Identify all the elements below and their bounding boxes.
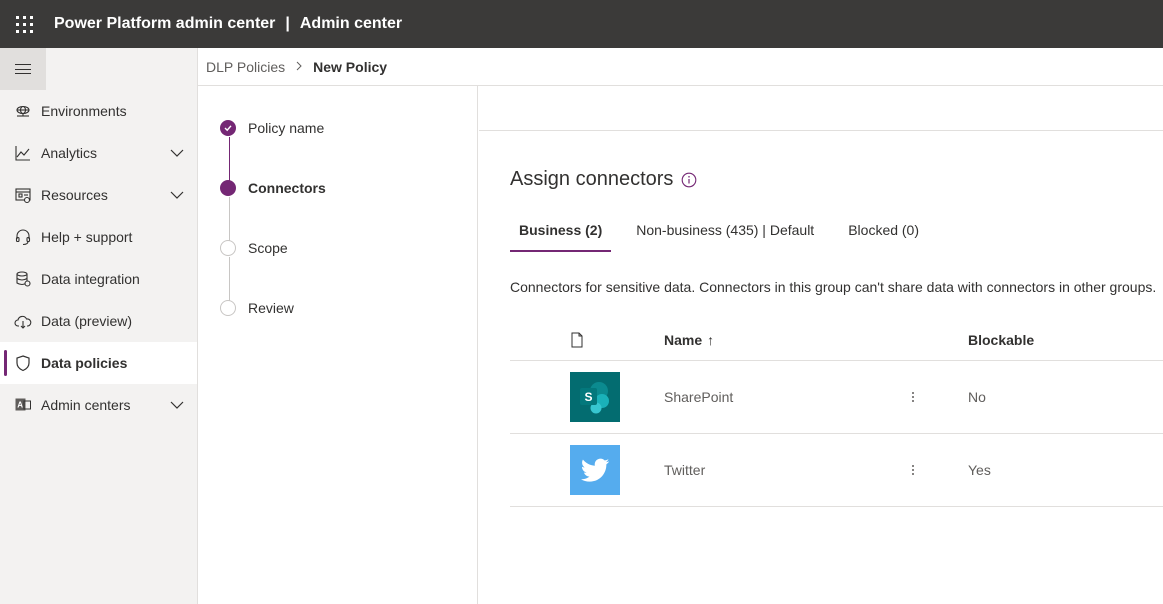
hamburger-icon <box>15 64 31 74</box>
breadcrumb: DLP Policies New Policy <box>198 48 1163 86</box>
sidebar-item-data-preview[interactable]: Data (preview) <box>0 300 197 342</box>
step-connector <box>229 257 230 301</box>
check-circle-icon <box>220 120 236 136</box>
more-options-icon[interactable] <box>912 465 914 475</box>
step-connector <box>229 197 230 241</box>
sidebar-item-label: Data (preview) <box>41 313 133 329</box>
step-label: Policy name <box>248 120 325 136</box>
shield-icon <box>14 354 32 372</box>
app-title[interactable]: Power Platform admin center <box>54 15 275 33</box>
table-row[interactable]: S SharePoint No <box>510 361 1163 434</box>
sidebar-item-data-integration[interactable]: Data integration <box>0 258 197 300</box>
resources-icon <box>14 186 32 204</box>
chevron-down-icon[interactable] <box>169 187 185 203</box>
sidebar-item-environments[interactable]: Environments <box>0 90 197 132</box>
top-bar: Power Platform admin center | Admin cent… <box>0 0 1163 48</box>
sidebar-item-analytics[interactable]: Analytics <box>0 132 197 174</box>
tab-blocked[interactable]: Blocked (0) <box>839 222 928 252</box>
empty-circle-icon <box>220 240 236 256</box>
sidebar-item-label: Help + support <box>41 229 133 245</box>
table-header: Name ↑ Blockable <box>510 320 1163 361</box>
current-step-icon <box>220 180 236 196</box>
step-label: Review <box>248 300 294 316</box>
waffle-icon <box>15 15 33 33</box>
step-scope[interactable]: Scope <box>220 240 288 256</box>
name-column-header[interactable]: Name ↑ <box>664 332 912 348</box>
chevron-down-icon[interactable] <box>169 145 185 161</box>
database-icon <box>14 270 32 288</box>
step-label: Connectors <box>248 180 326 196</box>
sidebar-item-label: Analytics <box>41 145 98 161</box>
connectors-table: Name ↑ Blockable S SharePoint No Twitter… <box>510 320 1163 507</box>
section-title: Admin center <box>299 15 403 32</box>
sidebar: Environments Analytics Resources Help + … <box>0 48 198 604</box>
blockable-column-header[interactable]: Blockable <box>968 332 1163 348</box>
logo-letter: S <box>585 390 593 404</box>
sidebar-item-admin-centers[interactable]: A Admin centers <box>0 384 197 426</box>
breadcrumb-link-dlp-policies[interactable]: DLP Policies <box>206 59 285 75</box>
tab-non-business[interactable]: Non-business (435) | Default <box>627 222 823 252</box>
chevron-down-icon[interactable] <box>169 397 185 413</box>
sort-ascending-icon: ↑ <box>707 332 715 348</box>
info-icon[interactable] <box>681 172 697 188</box>
blockable-value: No <box>968 389 986 405</box>
connector-tabs: Business (2) Non-business (435) | Defaul… <box>510 222 944 252</box>
step-connectors[interactable]: Connectors <box>220 180 326 196</box>
app-launcher-button[interactable] <box>0 0 48 48</box>
globe-icon <box>14 102 32 120</box>
connector-name: Twitter <box>664 462 706 478</box>
nav-toggle-button[interactable] <box>0 48 46 90</box>
divider <box>479 130 1163 131</box>
chart-line-icon <box>14 144 32 162</box>
step-label: Scope <box>248 240 288 256</box>
sidebar-item-label: Resources <box>41 187 108 203</box>
table-row[interactable]: Twitter Yes <box>510 434 1163 507</box>
name-header-label: Name <box>664 332 703 348</box>
step-connector <box>229 137 230 181</box>
empty-circle-icon <box>220 300 236 316</box>
sidebar-item-label: Data policies <box>41 355 128 371</box>
admin-centers-icon: A <box>14 396 32 414</box>
sidebar-item-resources[interactable]: Resources <box>0 174 197 216</box>
tab-business[interactable]: Business (2) <box>510 222 612 252</box>
page-title: Assign connectors <box>510 168 697 191</box>
svg-text:A: A <box>17 401 23 410</box>
sidebar-item-label: Data integration <box>41 271 140 287</box>
file-type-header[interactable] <box>510 332 664 348</box>
connector-name: SharePoint <box>664 389 734 405</box>
more-options-icon[interactable] <box>912 392 914 402</box>
twitter-logo <box>570 445 620 495</box>
wizard-steps: Policy name Connectors Scope Review <box>198 86 478 604</box>
sidebar-item-label: Environments <box>41 103 127 119</box>
breadcrumb-current: New Policy <box>313 58 388 75</box>
sharepoint-logo: S <box>570 372 620 422</box>
blockable-value: Yes <box>968 462 991 478</box>
sidebar-item-label: Admin centers <box>41 397 131 413</box>
sidebar-item-data-policies[interactable]: Data policies <box>0 342 197 384</box>
tab-description: Connectors for sensitive data. Connector… <box>510 279 1157 295</box>
headset-icon <box>14 228 32 246</box>
page-title-text: Assign connectors <box>510 168 674 190</box>
breadcrumb-chevron-icon <box>295 60 303 74</box>
cloud-icon <box>14 312 32 330</box>
sidebar-item-help-support[interactable]: Help + support <box>0 216 197 258</box>
step-policy-name[interactable]: Policy name <box>220 120 324 136</box>
step-review[interactable]: Review <box>220 300 294 316</box>
title-separator: | <box>285 15 290 32</box>
file-icon <box>571 332 583 348</box>
